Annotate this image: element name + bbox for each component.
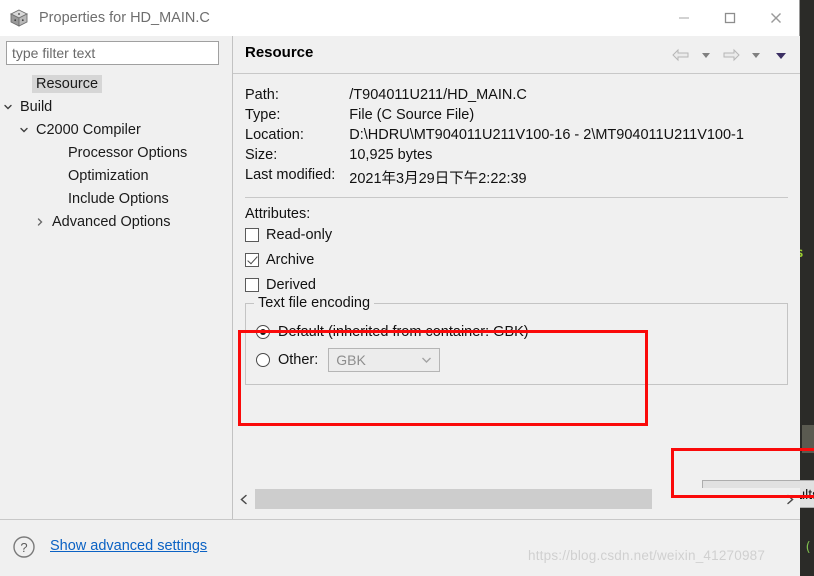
- tree-item-resource[interactable]: Resource: [0, 72, 232, 95]
- property-value: /T904011U211/HD_MAIN.C: [349, 87, 527, 103]
- tree-item-label: C2000 Compiler: [36, 121, 141, 138]
- property-row: Path: /T904011U211/HD_MAIN.C: [245, 85, 744, 105]
- editor-scroll-marker: [802, 425, 814, 453]
- property-value: 10,925 bytes: [349, 147, 433, 163]
- property-value: File (C Source File): [349, 107, 475, 123]
- property-row: Size: 10,925 bytes: [245, 145, 744, 165]
- checkbox-read-only[interactable]: Read-only: [245, 222, 788, 247]
- view-menu-chevron-icon[interactable]: [770, 45, 792, 65]
- forward-history-chevron-icon[interactable]: [745, 45, 767, 65]
- text-file-encoding-group: Text file encoding Default (inherited fr…: [245, 295, 788, 385]
- properties-dialog: Properties for HD_MAIN.C type filter tex…: [0, 0, 814, 576]
- property-label: Size:: [245, 147, 278, 163]
- checkbox-box[interactable]: [245, 277, 259, 292]
- screen: ) es ; ; ( Properties for HD_MAIN.C: [0, 0, 814, 576]
- tree-item-include-options[interactable]: Include Options: [0, 187, 232, 210]
- property-label: Location:: [245, 127, 304, 143]
- filter-input[interactable]: [6, 41, 219, 65]
- page-title: Resource: [245, 44, 314, 61]
- show-advanced-settings-link[interactable]: Show advanced settings: [50, 538, 207, 554]
- settings-tree: Resource Build C2000 Compiler Processor …: [0, 72, 232, 233]
- property-value: D:\HDRU\MT904011U211V100-16 - 2\MT904011…: [349, 127, 744, 143]
- page-nav-toolbar: [670, 45, 792, 65]
- resource-page-pane: Resource Path: /T904011U211/HD_MAIN.C Ty…: [232, 36, 814, 520]
- title-bar[interactable]: Properties for HD_MAIN.C: [0, 0, 799, 36]
- checkbox-archive[interactable]: Archive: [245, 247, 788, 272]
- window-controls: [661, 0, 799, 36]
- scroll-right-button[interactable]: [778, 488, 800, 510]
- tree-item-label: Advanced Options: [52, 213, 171, 230]
- scrollbar-thumb[interactable]: [255, 489, 653, 509]
- page-header: Resource: [233, 36, 800, 74]
- svg-text:?: ?: [20, 540, 27, 555]
- checkbox-label: Read-only: [266, 226, 333, 243]
- attributes-label: Attributes:: [245, 206, 311, 222]
- scrollbar-track[interactable]: [255, 488, 778, 510]
- tree-item-advanced-options[interactable]: Advanced Options: [0, 210, 232, 233]
- checkbox-box[interactable]: [245, 227, 259, 242]
- chevron-down-icon[interactable]: [16, 125, 32, 135]
- dialog-body: Resource Build C2000 Compiler: [0, 36, 814, 520]
- editor-code-fragment: (: [804, 540, 812, 555]
- chevron-down-icon[interactable]: [421, 356, 432, 364]
- tree-item-label: Include Options: [68, 190, 169, 207]
- radio-encoding-other[interactable]: Other: GBK: [256, 346, 777, 374]
- close-button[interactable]: [753, 0, 799, 36]
- back-history-chevron-icon[interactable]: [695, 45, 717, 65]
- checkbox-label: Archive: [266, 251, 315, 268]
- cube-icon: [9, 8, 29, 28]
- property-row: Location: D:\HDRU\MT904011U211V100-16 - …: [245, 125, 744, 145]
- help-icon[interactable]: ?: [12, 535, 36, 559]
- encoding-combo-value: GBK: [336, 352, 366, 368]
- section-divider: [245, 197, 788, 198]
- group-legend: Text file encoding: [254, 295, 375, 311]
- property-label: Path:: [245, 87, 279, 103]
- horizontal-scrollbar[interactable]: [233, 488, 800, 510]
- tree-item-label: Processor Options: [68, 144, 188, 161]
- checkbox-box[interactable]: [245, 252, 259, 267]
- settings-tree-pane: Resource Build C2000 Compiler: [0, 36, 232, 520]
- chevron-right-icon[interactable]: [32, 217, 48, 227]
- radio-label: Other:: [278, 352, 319, 368]
- tree-item-label: Build: [20, 98, 53, 115]
- window-title: Properties for HD_MAIN.C: [39, 10, 210, 26]
- resource-page-content: Path: /T904011U211/HD_MAIN.C Type: File …: [233, 75, 800, 475]
- radio-button[interactable]: [256, 325, 270, 339]
- tree-item-c2000-compiler[interactable]: C2000 Compiler: [0, 118, 232, 141]
- tree-item-build[interactable]: Build: [0, 95, 232, 118]
- chevron-down-icon[interactable]: [0, 102, 16, 112]
- tree-item-label: Resource: [32, 74, 103, 93]
- radio-encoding-default[interactable]: Default (inherited from container: GBK): [256, 318, 777, 346]
- minimize-button[interactable]: [661, 0, 707, 36]
- watermark-text: https://blog.csdn.net/weixin_41270987: [528, 548, 766, 563]
- property-value: 2021年3月29日下午2:22:39: [349, 171, 527, 187]
- forward-arrow-icon[interactable]: [720, 45, 742, 65]
- property-label: Type:: [245, 107, 281, 123]
- property-row: Type: File (C Source File): [245, 105, 744, 125]
- radio-label: Default (inherited from container: GBK): [278, 324, 529, 340]
- tree-item-label: Optimization: [68, 167, 149, 184]
- radio-button[interactable]: [256, 353, 270, 367]
- checkbox-derived[interactable]: Derived: [245, 272, 788, 297]
- back-arrow-icon[interactable]: [670, 45, 692, 65]
- tree-item-processor-options[interactable]: Processor Options: [0, 141, 232, 164]
- property-label: Last modified:: [245, 167, 336, 183]
- property-row: Last modified: 2021年3月29日下午2:22:39: [245, 165, 744, 190]
- encoding-combo-box[interactable]: GBK: [328, 348, 441, 372]
- maximize-button[interactable]: [707, 0, 753, 36]
- file-properties-table: Path: /T904011U211/HD_MAIN.C Type: File …: [245, 85, 744, 190]
- scroll-left-button[interactable]: [233, 488, 255, 510]
- checkbox-label: Derived: [266, 276, 316, 293]
- tree-item-optimization[interactable]: Optimization: [0, 164, 232, 187]
